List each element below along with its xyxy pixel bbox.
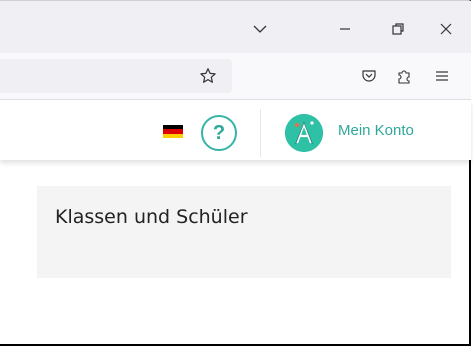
pocket-icon[interactable] — [358, 65, 380, 87]
browser-navbar — [0, 53, 471, 100]
extensions-puzzle-icon[interactable] — [393, 65, 415, 87]
account-avatar-icon[interactable] — [285, 114, 323, 152]
tab-list-chevron-down-icon[interactable] — [250, 19, 270, 39]
header-divider — [260, 109, 261, 157]
restore-icon[interactable] — [388, 19, 408, 39]
help-button[interactable]: ? — [201, 115, 237, 151]
minimize-icon[interactable] — [335, 19, 355, 39]
my-account-link[interactable]: Mein Konto — [338, 122, 414, 139]
bookmark-star-icon[interactable] — [197, 65, 219, 87]
help-label: ? — [212, 121, 226, 144]
classes-students-card[interactable]: Klassen und Schüler — [37, 186, 451, 278]
browser-titlebar — [0, 1, 471, 53]
hamburger-menu-icon[interactable] — [431, 65, 453, 87]
close-icon[interactable] — [436, 19, 456, 39]
german-flag-icon[interactable] — [163, 125, 183, 138]
browser-window: ? Mein Konto Klassen und Schüler — [0, 0, 471, 346]
card-title: Klassen und Schüler — [55, 206, 248, 228]
